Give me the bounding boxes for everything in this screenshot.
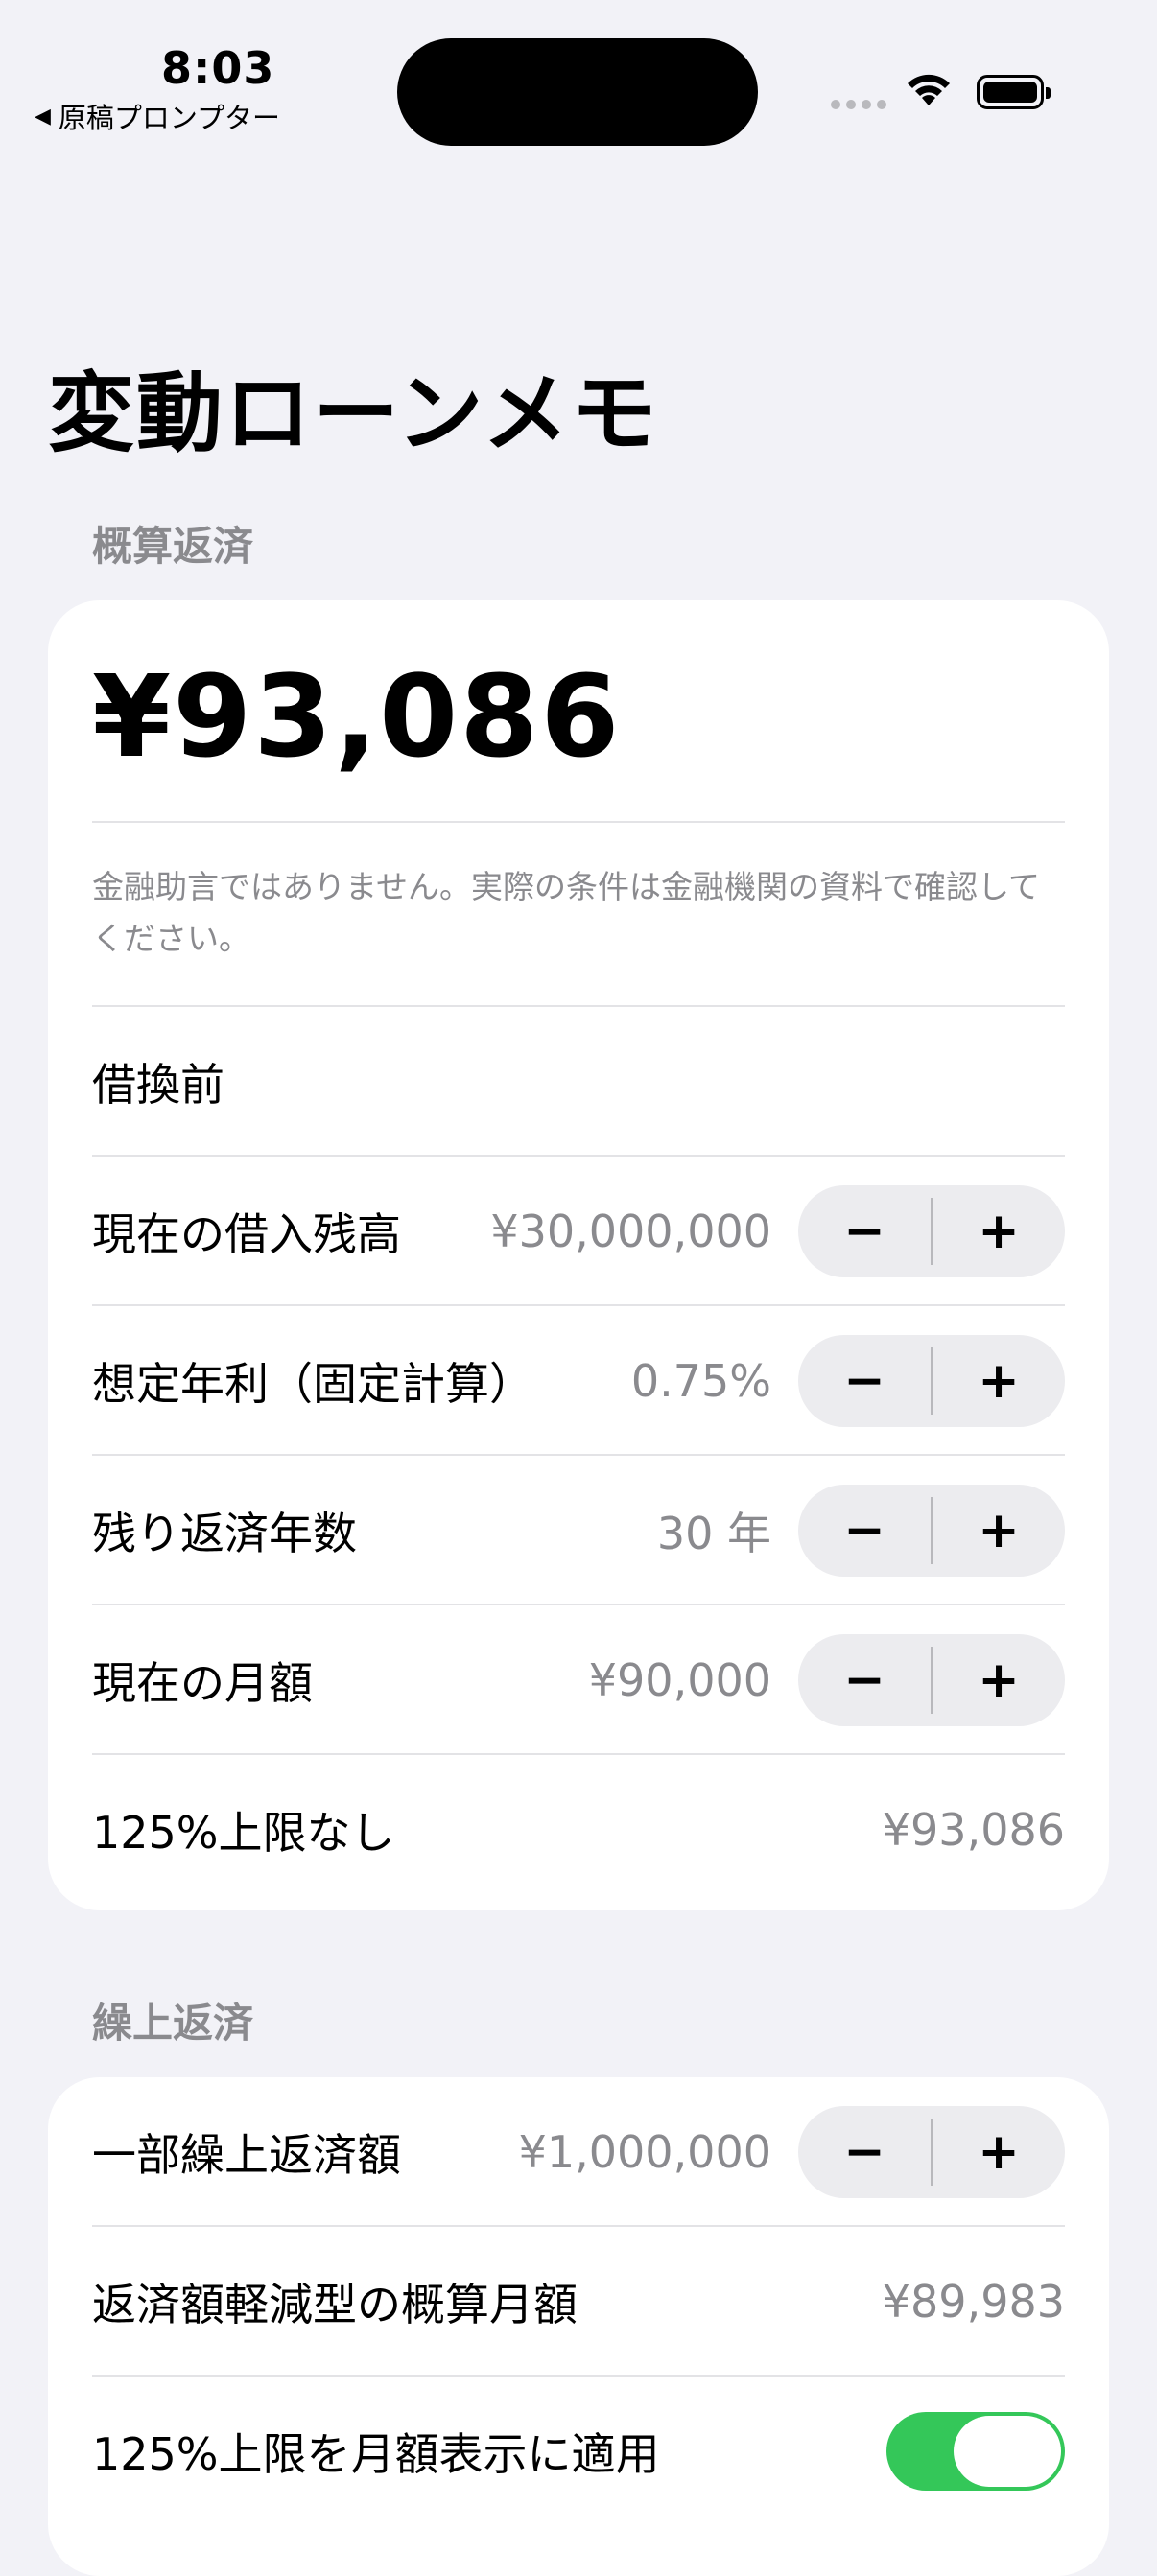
- monthly-stepper: − +: [798, 1634, 1065, 1726]
- balance-decrement-button[interactable]: −: [798, 1185, 931, 1277]
- years-label: 残り返済年数: [92, 1508, 357, 1559]
- no-cap-row: 125%上限なし ¥93,086: [92, 1755, 1065, 1905]
- years-decrement-button[interactable]: −: [798, 1485, 931, 1577]
- prepay-increment-button[interactable]: +: [933, 2106, 1065, 2198]
- divider: [92, 821, 1065, 823]
- partial-prepay-row: 一部繰上返済額 ¥1,000,000 − +: [92, 2077, 1065, 2227]
- partial-prepay-stepper: − +: [798, 2106, 1065, 2198]
- monthly-row: 現在の月額 ¥90,000 − +: [92, 1605, 1065, 1755]
- years-row: 残り返済年数 30 年 − +: [92, 1456, 1065, 1605]
- years-increment-button[interactable]: +: [933, 1485, 1065, 1577]
- balance-increment-button[interactable]: +: [933, 1185, 1065, 1277]
- no-cap-label: 125%上限なし: [92, 1807, 395, 1859]
- years-value: 30 年: [656, 1508, 771, 1559]
- prepay-card: 一部繰上返済額 ¥1,000,000 − + 返済額軽減型の概算月額 ¥89,9…: [48, 2077, 1109, 2576]
- battery-icon: [977, 75, 1051, 109]
- balance-stepper: − +: [798, 1185, 1065, 1277]
- monthly-label: 現在の月額: [92, 1657, 313, 1709]
- status-time: 8:03: [161, 42, 275, 94]
- balance-row: 現在の借入残高 ¥30,000,000 − +: [92, 1157, 1065, 1306]
- balance-value: ¥30,000,000: [490, 1206, 771, 1257]
- monthly-increment-button[interactable]: +: [933, 1634, 1065, 1726]
- toggle-knob: [954, 2416, 1061, 2487]
- monthly-value: ¥90,000: [588, 1654, 771, 1706]
- before-refinance-heading: 借換前: [92, 1059, 224, 1111]
- disclaimer-text: 金融助言ではありません。実際の条件は金融機関の資料で確認してください。: [92, 868, 1041, 957]
- page-title: 変動ローンメモ: [48, 363, 659, 464]
- rate-increment-button[interactable]: +: [933, 1335, 1065, 1427]
- rate-decrement-button[interactable]: −: [798, 1335, 931, 1427]
- cap-toggle-switch[interactable]: [886, 2412, 1065, 2491]
- cap-toggle-row: 125%上限を月額表示に適用: [92, 2377, 1065, 2526]
- years-stepper: − +: [798, 1485, 1065, 1577]
- cellular-signal-icon: [831, 100, 886, 109]
- reduced-payment-row: 返済額軽減型の概算月額 ¥89,983: [92, 2227, 1065, 2377]
- summary-card: ¥93,086 金融助言ではありません。実際の条件は金融機関の資料で確認してくだ…: [48, 600, 1109, 1910]
- rate-value: 0.75%: [630, 1355, 771, 1407]
- back-triangle-icon: ◀: [35, 104, 51, 129]
- no-cap-value: ¥93,086: [882, 1804, 1065, 1856]
- rate-row: 想定年利（固定計算） 0.75% − +: [92, 1306, 1065, 1456]
- reduced-payment-label: 返済額軽減型の概算月額: [92, 2279, 578, 2330]
- wifi-icon: [908, 74, 950, 105]
- monthly-decrement-button[interactable]: −: [798, 1634, 931, 1726]
- prepay-decrement-button[interactable]: −: [798, 2106, 931, 2198]
- partial-prepay-value: ¥1,000,000: [518, 2126, 771, 2178]
- back-app-label: 原稿プロンプター: [58, 102, 281, 134]
- balance-label: 現在の借入残高: [92, 1208, 401, 1260]
- subheading-row: 借換前: [92, 1007, 1065, 1157]
- section-label-prepay: 繰上返済: [92, 2000, 254, 2047]
- estimated-payment-amount: ¥93,086: [92, 650, 622, 783]
- dynamic-island: [397, 38, 758, 146]
- rate-label: 想定年利（固定計算）: [92, 1358, 533, 1410]
- partial-prepay-label: 一部繰上返済額: [92, 2129, 401, 2181]
- section-label-summary: 概算返済: [92, 523, 254, 570]
- back-to-app-button[interactable]: ◀ 原稿プロンプター: [35, 96, 280, 136]
- reduced-payment-value: ¥89,983: [882, 2276, 1065, 2328]
- cap-toggle-label: 125%上限を月額表示に適用: [92, 2428, 660, 2480]
- rate-stepper: − +: [798, 1335, 1065, 1427]
